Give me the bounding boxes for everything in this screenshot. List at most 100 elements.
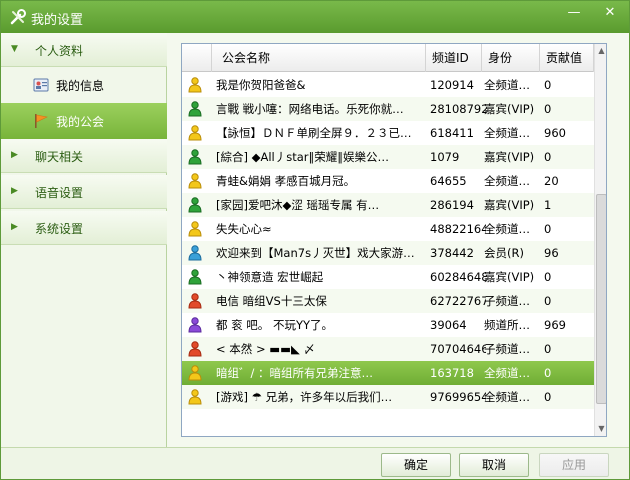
sidebar-group-system[interactable]: ▶ 系统设置 <box>1 211 167 245</box>
yellow-member-icon <box>186 217 208 241</box>
contribution-cell: 20 <box>544 174 559 188</box>
role-cell: 子频道… <box>484 294 530 308</box>
ok-button[interactable]: 确定 <box>381 453 451 477</box>
channel-id-cell: 378442 <box>430 246 474 260</box>
table-row[interactable]: 【詠恒】ＤＮＦ单刷全屏９．２３已… 618411 全频道… 960 <box>182 121 594 145</box>
contribution-cell: 960 <box>544 126 566 140</box>
table-row[interactable]: [游戏] ☂ 兄弟，许多年以后我们… 97699654 全频道… 0 <box>182 385 594 409</box>
chevron-down-icon: ▼ <box>11 44 18 54</box>
contribution-cell: 0 <box>544 102 552 116</box>
role-cell: 全频道… <box>484 390 530 404</box>
role-cell: 嘉宾(VIP) <box>484 198 535 212</box>
channel-id-cell: 60284648 <box>430 270 486 284</box>
window-title: 我的设置 <box>31 13 84 28</box>
sidebar-group-chat[interactable]: ▶ 聊天相关 <box>1 139 167 173</box>
channel-id-cell: 48822164 <box>430 222 486 236</box>
contribution-cell: 969 <box>544 318 566 332</box>
table-row[interactable]: 欢迎来到【Man7s丿灭世】戏大家游… 378442 会员(R) 96 <box>182 241 594 265</box>
guild-name-cell: < 本然 > ▬▬◣ 〆 <box>216 342 315 356</box>
chevron-right-icon: ▶ <box>11 186 18 196</box>
role-cell: 嘉宾(VIP) <box>484 270 535 284</box>
header-channel-id[interactable]: 频道ID <box>426 44 482 72</box>
table-row[interactable]: < 本然 > ▬▬◣ 〆 70704646 子频道… 0 <box>182 337 594 361</box>
header-guild-name[interactable]: 公会名称 <box>212 44 426 72</box>
table-row[interactable]: 我是你贺阳爸爸& 120914 全频道… 0 <box>182 73 594 97</box>
role-cell: 全频道… <box>484 78 530 92</box>
sidebar-group-voice[interactable]: ▶ 语音设置 <box>1 175 167 209</box>
channel-id-cell: 28108792 <box>430 102 486 116</box>
title-bar[interactable]: 我的设置 — ✕ <box>1 1 629 33</box>
guild-name-cell: 都 衮 吧。 不玩YY了。 <box>216 318 334 332</box>
table-row[interactable]: 暗组゛/ ：暗组所有兄弟注意… 163718 全频道… 0 <box>182 361 594 385</box>
table-row[interactable]: [綜合] ◆All丿star‖荣耀‖娱樂公… 1079 嘉宾(VIP) 0 <box>182 145 594 169</box>
table-row[interactable]: 失失心心≈ 48822164 全频道… 0 <box>182 217 594 241</box>
yellow-member-icon <box>186 361 208 385</box>
dialog-footer: 确定 取消 应用 <box>1 447 629 479</box>
channel-id-cell: 618411 <box>430 126 474 140</box>
sidebar-group-label: 聊天相关 <box>35 150 84 164</box>
guild-name-cell: 失失心心≈ <box>216 222 272 236</box>
role-cell: 全频道… <box>484 174 530 188</box>
main-panel: 公会名称 频道ID 身份 贡献值 我是你贺阳爸爸& 120914 全频道… 0 言戰 戦… <box>167 33 629 447</box>
scroll-thumb[interactable] <box>596 194 606 404</box>
contribution-cell: 0 <box>544 366 552 380</box>
channel-id-cell: 286194 <box>430 198 474 212</box>
id-card-icon <box>33 78 49 92</box>
guild-flag-icon <box>35 114 48 128</box>
contribution-cell: 1 <box>544 198 552 212</box>
table-row[interactable]: 丶神领意造 宏世崛起 60284648 嘉宾(VIP) 0 <box>182 265 594 289</box>
close-button[interactable]: ✕ <box>597 3 623 23</box>
contribution-cell: 0 <box>544 222 552 236</box>
yellow-member-icon <box>186 73 208 97</box>
contribution-cell: 0 <box>544 294 552 308</box>
role-cell: 嘉宾(VIP) <box>484 102 535 116</box>
chevron-right-icon: ▶ <box>11 150 18 160</box>
table-row[interactable]: 言戰 戦小噻：网络电话。乐死你就… 28108792 嘉宾(VIP) 0 <box>182 97 594 121</box>
guild-name-cell: 我是你贺阳爸爸& <box>216 78 306 92</box>
role-cell: 子频道… <box>484 342 530 356</box>
header-role[interactable]: 身份 <box>482 44 540 72</box>
vertical-scrollbar[interactable]: ▲ ▼ <box>594 44 606 436</box>
channel-id-cell: 64655 <box>430 174 467 188</box>
channel-id-cell: 39064 <box>430 318 467 332</box>
channel-id-cell: 1079 <box>430 150 460 164</box>
sidebar-group-label: 系统设置 <box>35 222 84 236</box>
apply-button[interactable]: 应用 <box>539 453 609 477</box>
role-cell: 全频道… <box>484 126 530 140</box>
table-row[interactable]: 电信 暗组VS十三太保 62722767 子频道… 0 <box>182 289 594 313</box>
role-cell: 会员(R) <box>484 246 524 260</box>
channel-id-cell: 163718 <box>430 366 474 380</box>
sidebar-group-label: 语音设置 <box>35 186 84 200</box>
guild-name-cell: 暗组゛/ ：暗组所有兄弟注意… <box>216 366 374 380</box>
blue-member-icon <box>186 241 208 265</box>
minimize-button[interactable]: — <box>561 3 587 23</box>
sidebar-item-label: 我的信息 <box>56 79 105 93</box>
cancel-button[interactable]: 取消 <box>459 453 529 477</box>
guild-name-cell: 欢迎来到【Man7s丿灭世】戏大家游… <box>216 246 415 260</box>
sidebar-item-my-info[interactable]: 我的信息 <box>1 67 167 103</box>
sidebar: ▼ 个人资料 我的信息 我的公会 ▶ 聊天相关 ▶ 语音设置 ▶ 系统设置 <box>1 33 167 447</box>
role-cell: 全频道… <box>484 222 530 236</box>
channel-id-cell: 120914 <box>430 78 474 92</box>
sidebar-group-profile[interactable]: ▼ 个人资料 <box>1 33 167 67</box>
green-member-icon <box>186 193 208 217</box>
settings-window: 我的设置 — ✕ ▼ 个人资料 我的信息 我的公会 ▶ 聊天相关 ▶ 语音设置 … <box>0 0 630 480</box>
guild-name-cell: 青蛙&娟娟 孝感百城月冠。 <box>216 174 356 188</box>
sidebar-item-label: 我的公会 <box>56 115 105 129</box>
green-member-icon <box>186 145 208 169</box>
header-contribution[interactable]: 贡献值 <box>540 44 594 72</box>
table-row[interactable]: [家园]爱吧沐◆涩 瑶瑶专属 有… 286194 嘉宾(VIP) 1 <box>182 193 594 217</box>
table-row[interactable]: 都 衮 吧。 不玩YY了。 39064 频道所… 969 <box>182 313 594 337</box>
guild-name-cell: 丶神领意造 宏世崛起 <box>216 270 324 284</box>
guild-table: 公会名称 频道ID 身份 贡献值 我是你贺阳爸爸& 120914 全频道… 0 言戰 戦… <box>181 43 607 437</box>
table-row[interactable]: 青蛙&娟娟 孝感百城月冠。 64655 全频道… 20 <box>182 169 594 193</box>
guild-name-cell: 【詠恒】ＤＮＦ单刷全屏９．２３已… <box>216 126 412 140</box>
scroll-down-icon[interactable]: ▼ <box>595 422 606 436</box>
sidebar-group-label: 个人资料 <box>35 44 84 58</box>
purple-member-icon <box>186 313 208 337</box>
channel-id-cell: 62722767 <box>430 294 486 308</box>
scroll-up-icon[interactable]: ▲ <box>595 44 606 58</box>
contribution-cell: 0 <box>544 150 552 164</box>
guild-name-cell: 电信 暗组VS十三太保 <box>216 294 327 308</box>
sidebar-item-my-guild[interactable]: 我的公会 <box>1 103 167 139</box>
